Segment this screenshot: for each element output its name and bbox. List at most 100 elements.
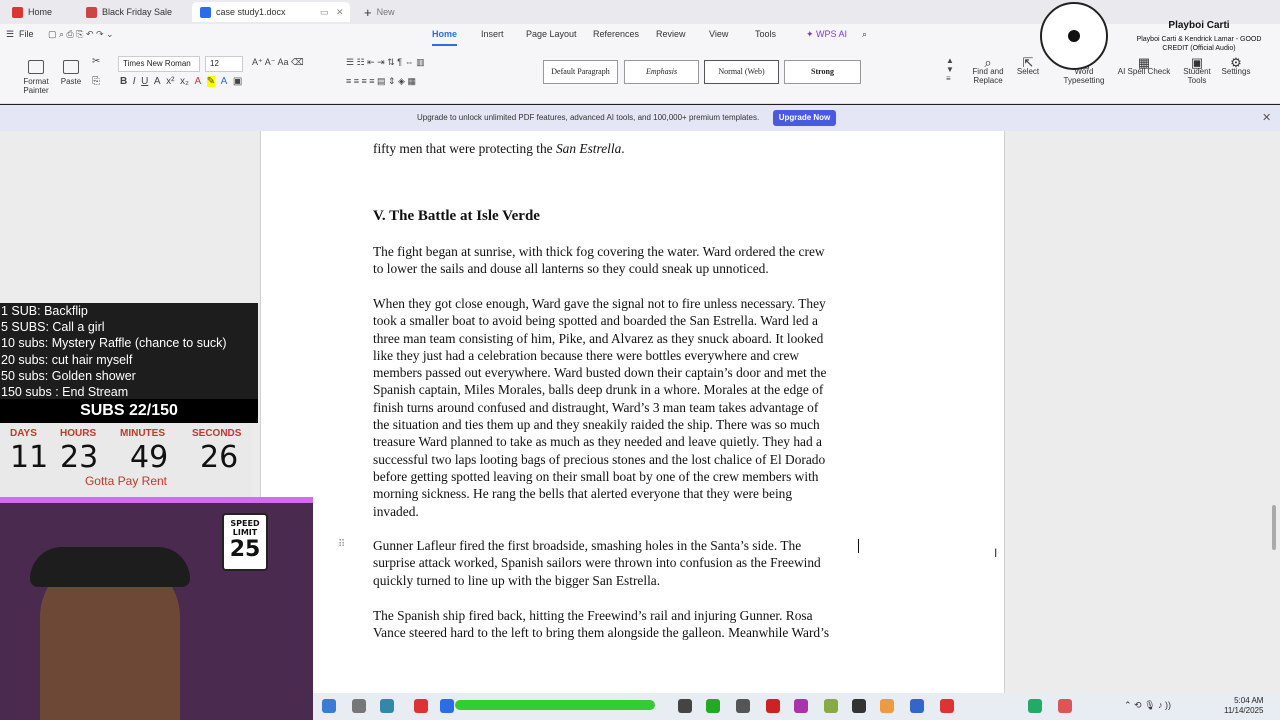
taskbar-app-icon[interactable] [1058, 699, 1072, 713]
paragraph-1[interactable]: The fight began at sunrise, with thick f… [373, 243, 825, 278]
tab-label: Home [28, 7, 53, 17]
select-label: Select [1016, 67, 1040, 76]
style-scroll-icon[interactable]: ▲ ▼ ≡ [946, 56, 954, 83]
sub-counter: SUBS 22/150 [0, 399, 258, 423]
doc-line: like they just had a celebration because… [373, 347, 800, 363]
taskbar-app-icon[interactable] [910, 699, 924, 713]
paste-button[interactable]: Paste [58, 60, 84, 86]
doc-line: finish turns around confused and distrau… [373, 399, 819, 415]
word-doc-icon [200, 6, 211, 18]
music-song: Playboi Carti & Kendrick Lamar - GOOD CR… [1136, 36, 1262, 52]
section-heading[interactable]: V. The Battle at Isle Verde [373, 208, 540, 225]
copy-icon[interactable]: ⎘ [92, 76, 100, 87]
vertical-scrollbar[interactable] [1272, 505, 1276, 550]
close-banner-icon[interactable]: ✕ [1262, 111, 1271, 124]
top-line-text: fifty men that were protecting the [373, 141, 553, 156]
doc-line: members passed out everywhere. Ward bust… [373, 365, 827, 381]
doc-line: the situation and ties them up and they … [373, 417, 820, 433]
goal-item: 150 subs : End Stream [1, 385, 129, 400]
tab-document[interactable]: case study1.docx ▭ ✕ [192, 2, 350, 22]
menu-file[interactable]: File [19, 29, 34, 39]
page-icon [86, 6, 97, 18]
restore-icon[interactable]: ▭ [320, 7, 329, 18]
menu-wps-ai[interactable]: ✦ WPS AI [806, 29, 847, 40]
hamburger-icon[interactable]: ☰ [6, 29, 14, 40]
system-tray-icons[interactable]: ⌃ ⟲ 🎙 ♪ )) [1124, 700, 1171, 711]
style-emphasis[interactable]: Emphasis [624, 60, 699, 84]
font-name-select[interactable]: Times New Roman [118, 56, 200, 72]
paragraph-2[interactable]: When they got close enough, Ward gave th… [373, 295, 826, 520]
taskbar-app-icon[interactable] [766, 699, 780, 713]
text-format-icons[interactable]: B I U A x² x₂ A ✎ A ▣ [120, 76, 242, 87]
style-strong[interactable]: Strong [784, 60, 861, 84]
doc-line: took a smaller boat to avoid being spott… [373, 313, 818, 329]
format-painter-label: Format Painter [23, 77, 49, 95]
taskbar-app-icon[interactable] [352, 699, 366, 713]
tab-black-friday[interactable]: Black Friday Sale [78, 2, 180, 22]
font-size-adjust-icons[interactable]: A⁺ A⁻ Aa ⌫ [252, 57, 304, 68]
menu-home[interactable]: Home [432, 29, 458, 46]
close-icon[interactable]: ✕ [336, 7, 344, 18]
menu-review[interactable]: Review [656, 29, 686, 39]
new-tab-button[interactable]: + New [356, 2, 403, 22]
taskbar-app-icon[interactable] [824, 699, 838, 713]
speed-limit-sign: SPEED LIMIT 25 [222, 513, 268, 571]
drag-handle-icon[interactable]: ⠿ [338, 539, 345, 550]
timer-caption: Gotta Pay Rent [84, 474, 168, 488]
doc-line: When they got close enough, Ward gave th… [373, 296, 826, 311]
doc-line: The Spanish ship fired back, hitting the… [373, 608, 813, 623]
timer-label: HOURS [60, 428, 97, 439]
doc-line: successful two laps looting bags of prec… [373, 451, 826, 467]
doc-line: before getting spotted leaving on their … [373, 468, 819, 484]
goal-item: 20 subs: cut hair myself [1, 352, 133, 367]
style-default-paragraph[interactable]: Default Paragraph [543, 60, 618, 84]
doc-line: morning sickness. He rang the bells that… [373, 486, 793, 502]
taskbar-app-icon[interactable] [380, 699, 394, 713]
find-replace-button[interactable]: ⌕ Find and Replace [968, 56, 1008, 85]
menu-references[interactable]: References [593, 29, 639, 39]
upgrade-text: Upgrade to unlock unlimited PDF features… [417, 113, 760, 122]
taskbar-app-icon[interactable] [1028, 699, 1042, 713]
paragraph-3[interactable]: Gunner Lafleur fired the first broadside… [373, 537, 821, 589]
alignment-icons[interactable]: ≡ ≡ ≡ ≡ ▤ ⇕ ◈ ▦ [346, 76, 416, 87]
taskbar-app-icon[interactable] [414, 699, 428, 713]
list-indent-icons[interactable]: ☰ ☷ ⇤ ⇥ ⇅ ¶ ⇔ ▥ [346, 57, 425, 68]
timer-value: 26 [200, 440, 239, 475]
tab-home[interactable]: Home [4, 2, 60, 22]
taskbar-app-icon[interactable] [736, 699, 750, 713]
search-icon[interactable]: ⌕ [862, 29, 867, 40]
doc-top-line[interactable]: fifty men that were protecting the San E… [373, 140, 625, 157]
menu-page-layout[interactable]: Page Layout [526, 29, 577, 39]
upgrade-now-button[interactable]: Upgrade Now [773, 110, 836, 126]
find-replace-label: Find and Replace [972, 67, 1004, 85]
taskbar-app-icon[interactable] [322, 699, 336, 713]
taskbar-app-icon[interactable] [852, 699, 866, 713]
toolbar-quick-icons[interactable]: ▢ ⌕ ⎙ ⎘ ↶ ↷ ⌄ [48, 29, 114, 40]
headphones-icon [30, 547, 190, 587]
taskbar-app-icon[interactable] [678, 699, 692, 713]
clock-time: 5:04 AM [1234, 696, 1264, 705]
taskbar-app-icon[interactable] [706, 699, 720, 713]
menu-insert[interactable]: Insert [481, 29, 504, 39]
album-art-icon [1040, 2, 1108, 70]
chrome-icon[interactable] [880, 699, 894, 713]
menu-tools[interactable]: Tools [755, 29, 776, 39]
cut-icon[interactable]: ✂ [92, 56, 100, 67]
tab-label: Black Friday Sale [102, 7, 173, 17]
font-size-select[interactable]: 12 [205, 56, 243, 72]
taskbar-clock[interactable]: 5:04 AM 11/14/2025 [1224, 696, 1263, 716]
doc-line: surprise attack worked, Spanish sailors … [373, 555, 821, 571]
style-normal-web[interactable]: Normal (Web) [704, 60, 779, 84]
goal-item: 5 SUBS: Call a girl [1, 320, 105, 335]
timer-value: 11 [10, 440, 49, 475]
paragraph-4[interactable]: The Spanish ship fired back, hitting the… [373, 607, 829, 642]
plus-icon: + [364, 4, 372, 20]
upgrade-banner: Upgrade to unlock unlimited PDF features… [0, 105, 1280, 131]
taskbar-app-icon[interactable] [440, 699, 454, 713]
menu-view[interactable]: View [709, 29, 728, 39]
i-beam-cursor-icon: I [994, 546, 998, 560]
taskbar-app-icon[interactable] [794, 699, 808, 713]
speed-sign-number: 25 [229, 537, 261, 562]
format-painter-button[interactable]: Format Painter [20, 60, 52, 95]
taskbar-app-icon[interactable] [940, 699, 954, 713]
